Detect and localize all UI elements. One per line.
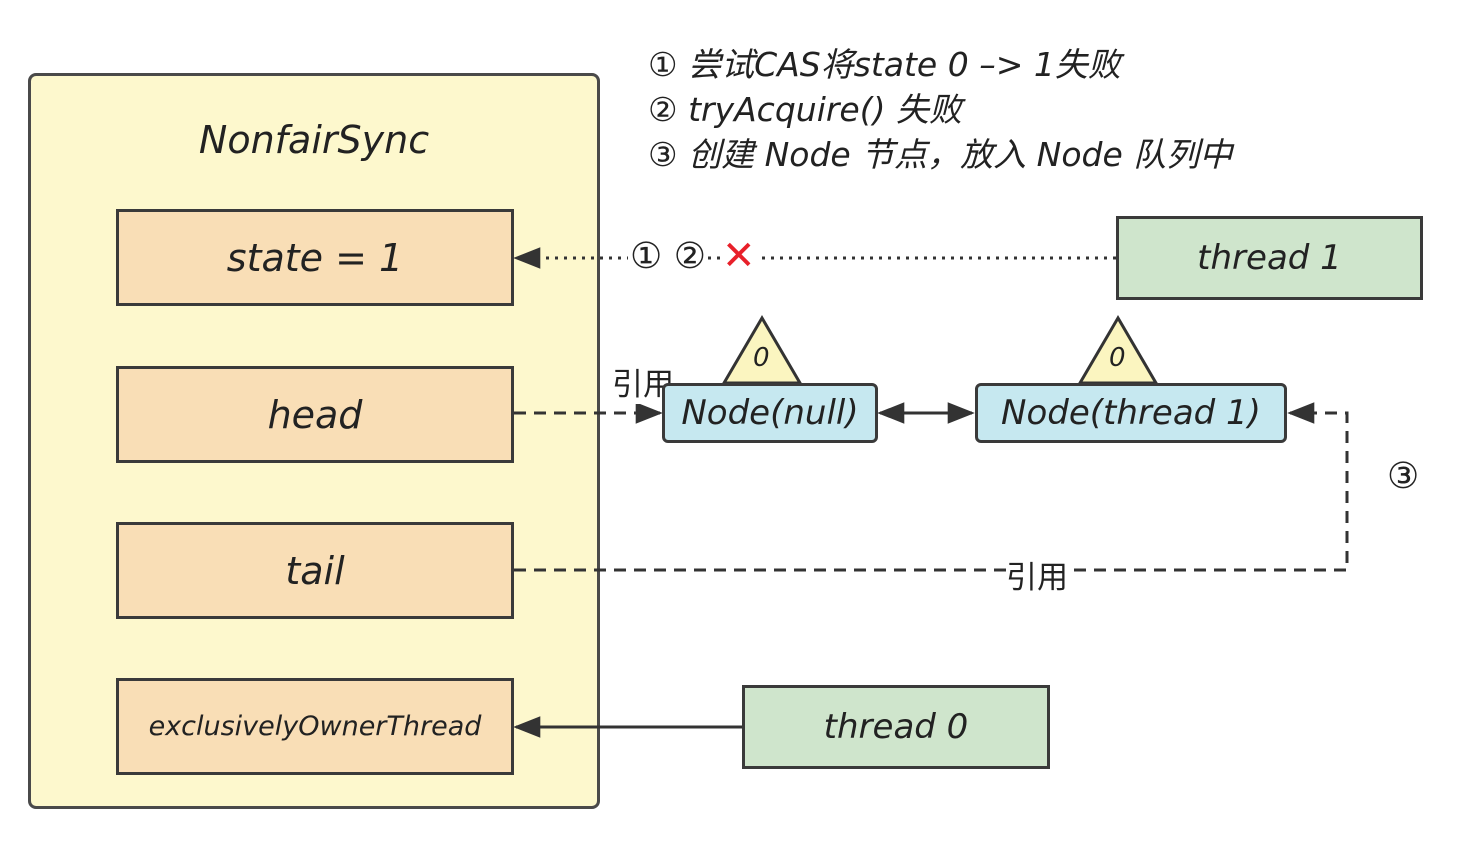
cas-steps-label: ① ② xyxy=(628,236,708,277)
thread-0-box: thread 0 xyxy=(742,685,1050,769)
thread-0-label: thread 0 xyxy=(823,707,969,747)
node-thread-1-label: Node(thread 1) xyxy=(1001,393,1261,433)
node-null-label: Node(null) xyxy=(681,393,859,433)
node-thread-1: Node(thread 1) xyxy=(975,383,1287,443)
thread1-node-wait-status: 0 xyxy=(1109,343,1126,373)
tail-ref-label: 引用 xyxy=(1006,552,1068,597)
node-null: Node(null) xyxy=(662,383,878,443)
thread-1-box: thread 1 xyxy=(1116,216,1423,300)
fail-cross-icon: ✕ xyxy=(722,232,756,280)
null-node-wait-status: 0 xyxy=(753,343,770,373)
enqueue-step-label: ③ xyxy=(1387,456,1420,497)
thread-1-label: thread 1 xyxy=(1197,238,1342,278)
